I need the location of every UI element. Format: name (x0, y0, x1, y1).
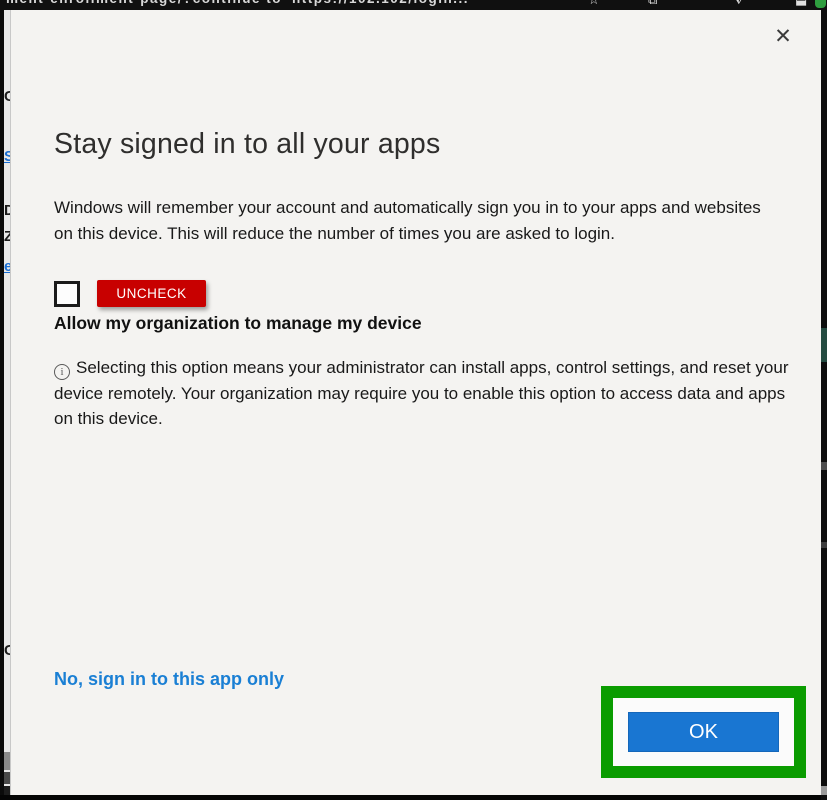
favorites-star-icon[interactable]: ☆ (588, 0, 600, 8)
manage-device-checkbox[interactable] (54, 281, 80, 307)
uncheck-annotation-badge: UNCHECK (97, 280, 206, 307)
dialog-description: Windows will remember your account and a… (54, 195, 784, 246)
background-page-fragment (821, 786, 827, 795)
screenshot-root: ment-enrollment-page/?continue to 'https… (0, 0, 827, 800)
sign-in-this-app-only-link[interactable]: No, sign in to this app only (54, 669, 284, 690)
window-edge-bottom (0, 795, 827, 800)
background-page-fragment (821, 328, 827, 362)
highlight-annotation-box: OK (601, 686, 806, 778)
sidebar-icon[interactable]: ⬓ (795, 0, 807, 8)
info-icon: i (54, 364, 70, 380)
collections-icon[interactable]: ⧉ (648, 0, 657, 8)
manage-device-label[interactable]: Allow my organization to manage my devic… (54, 313, 422, 334)
window-edge-right-fragments (821, 10, 827, 800)
info-block: iSelecting this option means your admini… (54, 355, 792, 432)
profile-icon[interactable]: ⧨ (733, 0, 745, 8)
presence-dot-icon (815, 0, 826, 8)
info-text: Selecting this option means your adminis… (54, 358, 788, 428)
stay-signed-in-dialog: ✕ Stay signed in to all your apps Window… (10, 10, 821, 795)
dialog-title: Stay signed in to all your apps (54, 128, 440, 161)
close-button[interactable]: ✕ (771, 24, 795, 48)
address-url-text: ment-enrollment-page/?continue to 'https… (6, 0, 474, 6)
background-page-fragment (821, 462, 827, 470)
address-bar[interactable]: ment-enrollment-page/?continue to 'https… (0, 0, 827, 10)
background-page-fragment (821, 542, 827, 548)
ok-button[interactable]: OK (628, 712, 779, 752)
